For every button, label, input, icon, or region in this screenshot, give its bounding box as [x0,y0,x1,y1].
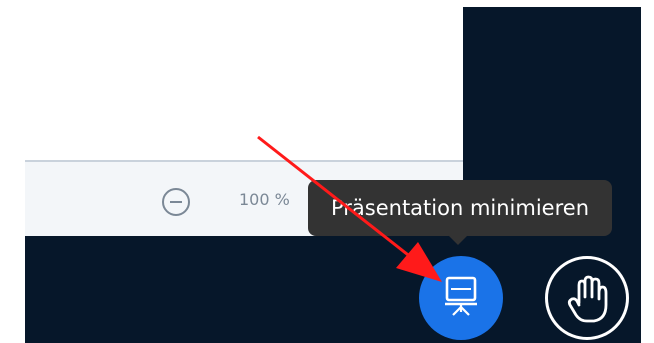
hand-icon [567,275,608,323]
zoom-out-button[interactable] [162,188,190,216]
presentation-icon [445,276,477,316]
tooltip: Präsentation minimieren [308,180,612,236]
screenshot-stage: 100 % Präsentation minimieren [0,0,654,343]
tooltip-pointer [448,235,468,245]
presentation-slide [25,0,463,160]
zoom-level-label: 100 % [239,190,290,209]
minimize-presentation-button[interactable] [419,256,503,340]
raise-hand-button[interactable] [545,256,629,340]
